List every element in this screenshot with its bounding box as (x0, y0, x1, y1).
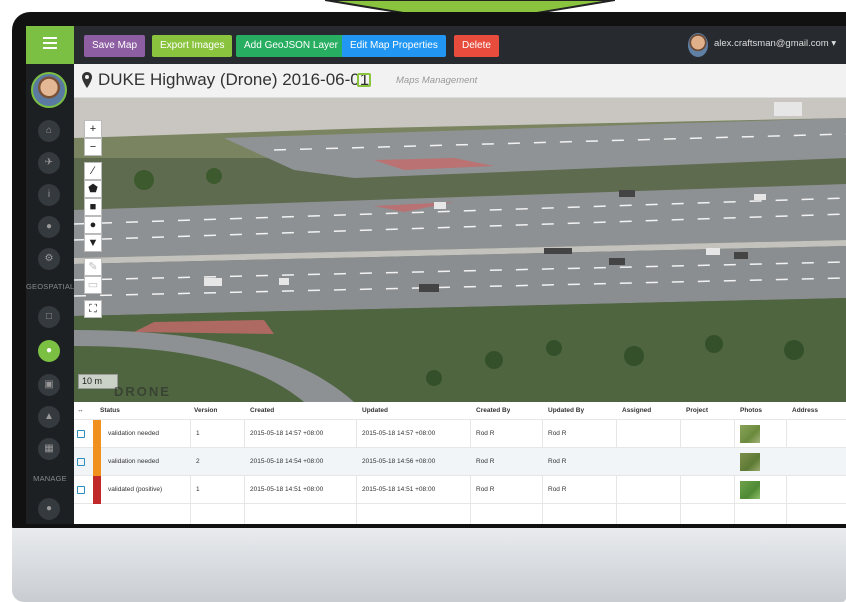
status-color-bar (93, 420, 101, 448)
cell-created: 2015-05-18 14:51 +08:00 (250, 486, 324, 493)
cell-created-by: Rod R (476, 458, 495, 465)
col-header-project[interactable]: Project (686, 402, 708, 420)
delete-button[interactable]: Delete (454, 35, 499, 57)
status-color-bar (93, 448, 101, 476)
draw-polygon-icon[interactable]: ⬟ (84, 180, 102, 198)
edit-map-properties-button[interactable]: Edit Map Properties (342, 35, 446, 57)
cell-updated: 2015-05-18 14:51 +08:00 (362, 486, 436, 493)
cell-status: validation needed (108, 458, 159, 465)
breadcrumb-maps-management[interactable]: Maps Management (396, 75, 477, 86)
table-row[interactable]: validation needed 1 2015-05-18 14:57 +08… (74, 420, 846, 448)
file-icon[interactable]: ▦ (38, 438, 60, 460)
save-map-button[interactable]: Save Map (84, 35, 146, 57)
page-title: DUKE Highway (Drone) 2016-06-01 (98, 70, 370, 89)
section-label-geospatial: GEOSPATIAL (26, 282, 75, 291)
watermark-logo: DRONE (114, 384, 171, 399)
zoom-out-button[interactable]: − (84, 138, 102, 156)
cell-version: 1 (196, 430, 200, 437)
col-header-created-by[interactable]: Created By (476, 402, 510, 420)
app-screen: Save Map Export Images Add GeoJSON Layer… (26, 26, 846, 524)
col-header-status[interactable]: Status (100, 402, 120, 420)
monitor-stand (12, 528, 846, 602)
status-color-bar (93, 476, 101, 504)
cell-created: 2015-05-18 14:57 +08:00 (250, 430, 324, 437)
col-header-version[interactable]: Version (194, 402, 217, 420)
delete-layer-icon[interactable]: ▭ (84, 276, 102, 294)
col-header-assigned[interactable]: Assigned (622, 402, 651, 420)
col-header-address[interactable]: Address (792, 402, 818, 420)
settings-icon[interactable]: ⚙ (38, 248, 60, 270)
image-icon[interactable]: ▣ (38, 374, 60, 396)
map-scale: 10 m (78, 374, 118, 389)
top-bar: Save Map Export Images Add GeoJSON Layer… (26, 26, 846, 64)
edit-title-icon[interactable] (357, 73, 371, 87)
fullscreen-icon[interactable]: ⛶ (84, 300, 102, 318)
thumbs-up-icon[interactable]: ▲ (38, 406, 60, 428)
cell-updated: 2015-05-18 14:56 +08:00 (362, 458, 436, 465)
cell-version: 2 (196, 458, 200, 465)
zoom-in-button[interactable]: + (84, 120, 102, 138)
cell-updated-by: Rod R (548, 430, 567, 437)
home-icon[interactable]: ⌂ (38, 120, 60, 142)
map-view[interactable]: + − ∕ ⬟ ■ ● ▼ ✎ ▭ ⛶ 10 m DRONE (74, 98, 846, 402)
col-header-updated[interactable]: Updated (362, 402, 388, 420)
draw-marker-icon[interactable]: ▼ (84, 234, 102, 252)
photo-thumbnail[interactable] (740, 453, 760, 471)
map-toolbar: + − ∕ ⬟ ■ ● ▼ ✎ ▭ ⛶ (84, 120, 102, 318)
menu-button[interactable] (26, 26, 74, 64)
cell-created-by: Rod R (476, 430, 495, 437)
row-expand-checkbox[interactable] (77, 458, 85, 466)
chat-icon[interactable]: ● (38, 216, 60, 238)
hamburger-icon (43, 36, 57, 54)
expand-column-icon[interactable]: ↔ (77, 402, 84, 420)
row-expand-checkbox[interactable] (77, 486, 85, 494)
cell-updated: 2015-05-18 14:57 +08:00 (362, 430, 436, 437)
cell-status: validated (positive) (108, 486, 163, 493)
section-label-manage: MANAGE (33, 474, 67, 483)
title-bar: DUKE Highway (Drone) 2016-06-01 Maps Man… (74, 64, 846, 98)
location-pin-icon (82, 72, 92, 88)
cell-updated-by: Rod R (548, 458, 567, 465)
features-table: ↔ Status Version Created Updated Created… (74, 402, 846, 524)
cell-version: 1 (196, 486, 200, 493)
table-header-row: ↔ Status Version Created Updated Created… (74, 402, 846, 420)
draw-rectangle-icon[interactable]: ■ (84, 198, 102, 216)
table-row[interactable]: validated (positive) 1 2015-05-18 14:51 … (74, 476, 846, 504)
map-pin-icon[interactable]: ● (38, 340, 60, 362)
row-expand-checkbox[interactable] (77, 430, 85, 438)
add-geojson-layer-button[interactable]: Add GeoJSON Layer (236, 35, 346, 57)
user-menu[interactable]: alex.craftsman@gmail.com ▾ (714, 38, 836, 49)
col-header-photos[interactable]: Photos (740, 402, 762, 420)
aerial-highway-image (74, 98, 846, 402)
document-icon[interactable]: □ (38, 306, 60, 328)
manage-icon[interactable]: ● (38, 498, 60, 520)
col-header-updated-by[interactable]: Updated By (548, 402, 584, 420)
photo-thumbnail[interactable] (740, 481, 760, 499)
table-row[interactable]: validation needed 2 2015-05-18 14:54 +08… (74, 448, 846, 476)
draw-circle-icon[interactable]: ● (84, 216, 102, 234)
cell-created-by: Rod R (476, 486, 495, 493)
plane-icon[interactable]: ✈ (38, 152, 60, 174)
cell-status: validation needed (108, 430, 159, 437)
col-header-created[interactable]: Created (250, 402, 274, 420)
photo-thumbnail[interactable] (740, 425, 760, 443)
export-images-button[interactable]: Export Images (152, 35, 233, 57)
draw-line-icon[interactable]: ∕ (84, 162, 102, 180)
edit-layer-icon[interactable]: ✎ (84, 258, 102, 276)
profile-avatar[interactable] (31, 72, 67, 108)
info-icon[interactable]: i (38, 184, 60, 206)
cell-created: 2015-05-18 14:54 +08:00 (250, 458, 324, 465)
sidebar: ⌂ ✈ i ● ⚙ GEOSPATIAL □ ● ▣ ▲ ▦ MANAGE ● (26, 64, 74, 524)
user-avatar[interactable] (688, 33, 708, 57)
photo-stage: Save Map Export Images Add GeoJSON Layer… (0, 0, 846, 602)
cell-updated-by: Rod R (548, 486, 567, 493)
